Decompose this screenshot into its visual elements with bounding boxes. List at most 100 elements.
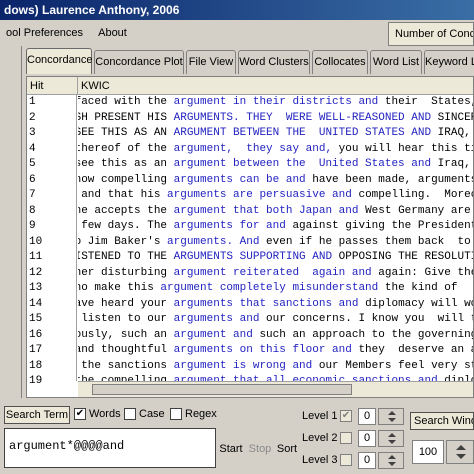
kwic-right-context: have been made, arguments (305, 173, 474, 186)
spin-down-icon[interactable] (388, 440, 396, 444)
level-3-checkbox[interactable] (340, 454, 352, 466)
hit-number[interactable]: 8 (27, 204, 76, 220)
menu-tool-preferences[interactable]: ool Preferences (0, 22, 89, 44)
words-checkbox[interactable]: ✔ (74, 408, 86, 420)
kwic-keyword[interactable]: arguments can be and (174, 174, 306, 186)
kwic-line[interactable]: know compelling arguments can be and hav… (78, 173, 474, 189)
tab-file-view[interactable]: File View (186, 50, 236, 74)
search-window-size-field[interactable]: 100 (412, 440, 444, 464)
kwic-line[interactable]: one accepts the argument that both Japan… (78, 204, 473, 220)
hit-number[interactable]: 2 (27, 111, 76, 127)
kwic-keyword[interactable]: arguments and (174, 313, 260, 325)
regex-checkbox[interactable] (170, 408, 182, 420)
tab-word-list[interactable]: Word List (370, 50, 422, 74)
sort-button[interactable]: Sort (276, 428, 298, 470)
kwic-left-context: one accepts the (78, 204, 174, 217)
kwic-keyword[interactable]: argument that both Japan and (174, 205, 359, 217)
kwic-line[interactable]: to Jim Baker's arguments. And even if he… (78, 235, 473, 251)
spin-down-icon[interactable] (388, 462, 396, 466)
hit-number[interactable]: 12 (27, 266, 76, 282)
search-term-tab[interactable]: Search Term (4, 406, 70, 424)
hit-number[interactable]: 6 (27, 173, 76, 189)
tab-concordance-plot[interactable]: Concordance Plot (94, 50, 184, 74)
menu-about[interactable]: About (92, 22, 133, 44)
hit-number[interactable]: 5 (27, 157, 76, 173)
tab-word-clusters[interactable]: Word Clusters (238, 50, 310, 74)
horizontal-scrollbar[interactable] (78, 381, 473, 397)
hit-number[interactable]: 11 (27, 250, 76, 266)
tab-keyword-list[interactable]: Keyword L (424, 50, 474, 74)
kwic-line[interactable]: iously, such an argument and such an app… (78, 328, 473, 344)
search-term-input[interactable]: argument*@@@@and (4, 428, 216, 468)
kwic-line[interactable]: and thoughtful arguments on this floor a… (78, 343, 473, 359)
kwic-line[interactable]: the compelling argument that all economi… (78, 374, 473, 381)
level-1-spinner[interactable] (378, 408, 404, 425)
search-window-spinner[interactable] (446, 440, 474, 464)
column-header-kwic[interactable]: KWIC (78, 77, 473, 95)
stop-button[interactable]: Stop (246, 428, 274, 470)
start-button[interactable]: Start (218, 428, 244, 470)
spin-up-icon[interactable] (388, 433, 396, 437)
scrollbar-thumb[interactable] (92, 384, 352, 395)
hit-number[interactable]: 4 (27, 142, 76, 158)
kwic-keyword[interactable]: ARGUMENT BETWEEN THE UNITED STATES AND (174, 127, 431, 139)
level-3-value[interactable]: 0 (358, 452, 376, 469)
column-header-hit[interactable]: Hit (27, 77, 78, 95)
hit-number[interactable]: 15 (27, 312, 76, 328)
level-1-value[interactable]: 0 (358, 408, 376, 425)
kwic-keyword[interactable]: arguments that sanctions and (174, 298, 359, 310)
kwic-line[interactable]: l listen to our arguments and our concer… (78, 312, 473, 328)
hit-number[interactable]: 16 (27, 328, 76, 344)
spin-down-icon[interactable] (388, 418, 396, 422)
kwic-keyword[interactable]: ARGUMENTS. THEY WERE WELL-REASONED AND (174, 112, 431, 124)
level-2-value[interactable]: 0 (358, 430, 376, 447)
level-2-checkbox[interactable] (340, 432, 352, 444)
kwic-line[interactable]: see this as an argument between the Unit… (78, 157, 473, 173)
kwic-keyword[interactable]: argument is wrong and (174, 360, 313, 372)
kwic-line[interactable]: ther disturbing argument reiterated agai… (78, 266, 473, 282)
hit-number[interactable]: 3 (27, 126, 76, 142)
kwic-line[interactable]: , and that his arguments are persuasive … (78, 188, 473, 204)
hit-number[interactable]: 13 (27, 281, 76, 297)
kwic-keyword[interactable]: arguments are persuasive and (167, 189, 352, 201)
spin-up-icon[interactable] (388, 411, 396, 415)
kwic-line[interactable]: faced with the argument in their distric… (78, 95, 473, 111)
level-3-spinner[interactable] (378, 452, 404, 469)
hit-number[interactable]: 18 (27, 359, 76, 375)
level-2-spinner[interactable] (378, 430, 404, 447)
kwic-keyword[interactable]: argument and (174, 329, 253, 341)
kwic-line[interactable]: SEE THIS AS AN ARGUMENT BETWEEN THE UNIT… (78, 126, 473, 142)
kwic-keyword[interactable]: arguments. And (167, 236, 259, 248)
kwic-keyword[interactable]: argument reiterated again and (174, 267, 372, 279)
spin-up-icon[interactable] (456, 445, 466, 450)
hit-number[interactable]: 19 (27, 374, 76, 390)
kwic-keyword[interactable]: argument in their districts and (174, 96, 379, 108)
hit-number[interactable]: 1 (27, 95, 76, 111)
case-checkbox[interactable] (124, 408, 136, 420)
kwic-line[interactable]: USH PRESENT HIS ARGUMENTS. THEY WERE WEL… (78, 111, 473, 127)
kwic-keyword[interactable]: argument between the United States and (174, 158, 431, 170)
kwic-line[interactable]: o the sanctions argument is wrong and ou… (78, 359, 473, 375)
kwic-keyword[interactable]: ARGUMENTS SUPPORTING AND (174, 251, 332, 263)
hit-number[interactable]: 10 (27, 235, 76, 251)
tab-concordance[interactable]: Concordance (26, 48, 92, 74)
tab-collocates[interactable]: Collocates (312, 50, 368, 74)
kwic-keyword[interactable]: argument completely misunderstand (160, 282, 378, 294)
hit-number[interactable]: 17 (27, 343, 76, 359)
kwic-keyword[interactable]: arguments on this floor and (174, 344, 352, 356)
kwic-left-context: see this as an (78, 158, 174, 170)
level-1-checkbox[interactable]: ✔ (340, 410, 352, 422)
kwic-line[interactable]: have heard your arguments that sanctions… (78, 297, 473, 313)
kwic-keyword[interactable]: argument, they say and, (174, 143, 332, 155)
spin-up-icon[interactable] (388, 455, 396, 459)
hit-number[interactable]: 9 (27, 219, 76, 235)
hit-number[interactable]: 7 (27, 188, 76, 204)
kwic-keyword[interactable]: arguments for and (174, 220, 286, 232)
spin-down-icon[interactable] (456, 454, 466, 459)
kwic-line[interactable]: who make this argument completely misund… (78, 281, 473, 297)
kwic-line[interactable]: few days. The arguments for and against … (78, 219, 473, 235)
kwic-line[interactable]: thereof of the argument, they say and, y… (78, 142, 473, 158)
level-3-label: Level 3 (302, 454, 338, 466)
hit-number[interactable]: 14 (27, 297, 76, 313)
kwic-line[interactable]: LISTENED TO THE ARGUMENTS SUPPORTING AND… (78, 250, 473, 266)
